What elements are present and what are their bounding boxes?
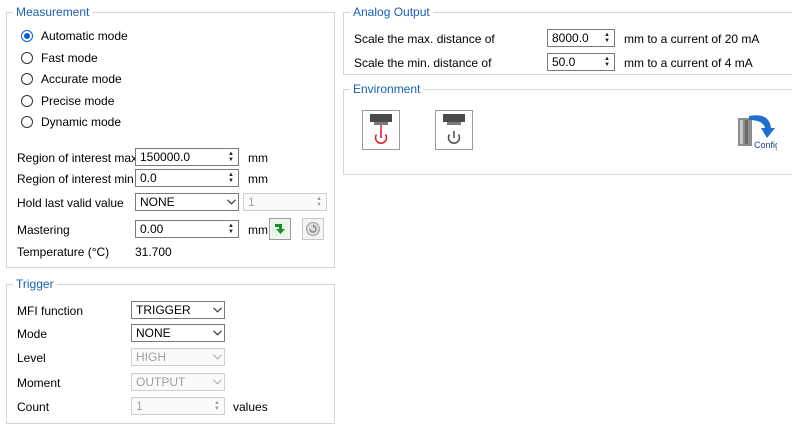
trigger-moment-value: OUTPUT	[136, 375, 186, 389]
spin-arrows-icon[interactable]: ▲ ▼	[210, 398, 224, 414]
radio-precise-mode[interactable]: Precise mode	[21, 92, 114, 110]
roi-min-unit: mm	[248, 172, 268, 186]
mfi-function-value: TRIGGER	[136, 303, 191, 317]
analog-output-group: Analog Output Scale the max. distance of…	[343, 5, 792, 75]
trigger-level-label: Level	[17, 351, 46, 365]
radio-accurate-mode[interactable]: Accurate mode	[21, 70, 122, 88]
hold-select-value: NONE	[140, 195, 175, 209]
temperature-label: Temperature (°C)	[17, 245, 110, 259]
radio-label: Precise mode	[41, 94, 115, 108]
config-label: Config	[754, 140, 777, 150]
environment-group: Environment Config	[343, 82, 792, 175]
measurement-title: Measurement	[13, 5, 93, 19]
analog-max-suffix: mm to a current of 20 mA	[624, 32, 760, 46]
analog-min-input[interactable]: 50.0 ▲ ▼	[547, 53, 615, 71]
config-button[interactable]: Config	[735, 110, 777, 152]
mastering-unit: mm	[248, 223, 268, 237]
trigger-count-unit: values	[233, 400, 268, 414]
trigger-group: Trigger MFI function TRIGGER Mode NONE L…	[6, 277, 335, 424]
spin-arrows-icon[interactable]: ▲ ▼	[600, 30, 614, 46]
roi-max-unit: mm	[248, 151, 268, 165]
roi-max-label: Region of interest max	[17, 151, 138, 165]
chevron-down-icon[interactable]	[210, 330, 224, 336]
radio-label: Automatic mode	[41, 29, 128, 43]
trigger-title: Trigger	[13, 277, 57, 291]
hold-label: Hold last valid value	[17, 196, 124, 210]
chevron-down-icon[interactable]	[210, 379, 224, 385]
radio-label: Accurate mode	[41, 72, 122, 86]
chevron-down-icon[interactable]	[210, 307, 224, 313]
trigger-count-value: 1	[136, 399, 143, 413]
mfi-function-select[interactable]: TRIGGER	[131, 301, 225, 319]
mastering-value[interactable]: 0.00	[136, 222, 224, 236]
radio-fast-mode[interactable]: Fast mode	[21, 49, 98, 67]
trigger-level-select[interactable]: HIGH	[131, 348, 225, 366]
roi-min-input[interactable]: 0.0 ▲ ▼	[135, 169, 239, 187]
roi-max-input[interactable]: 150000.0 ▲ ▼	[135, 148, 239, 166]
reset-icon	[306, 222, 320, 236]
mfi-function-label: MFI function	[17, 304, 84, 318]
apply-mastering-button[interactable]	[269, 218, 291, 240]
trigger-moment-select[interactable]: OUTPUT	[131, 373, 225, 391]
mastering-label: Mastering	[17, 223, 70, 237]
radio-dot[interactable]	[21, 73, 33, 85]
radio-automatic-mode[interactable]: Automatic mode	[21, 27, 128, 45]
radio-label: Fast mode	[41, 51, 98, 65]
laser-power-off-icon	[443, 114, 465, 144]
measurement-group: Measurement Automatic mode Fast mode Acc…	[6, 5, 335, 268]
config-icon: Config	[738, 115, 777, 150]
chevron-down-icon[interactable]	[224, 199, 238, 205]
chevron-down-icon[interactable]	[210, 354, 224, 360]
laser-off-button[interactable]	[435, 110, 473, 150]
laser-on-button[interactable]	[362, 110, 400, 150]
roi-min-label: Region of interest min	[17, 172, 134, 186]
radio-dot[interactable]	[21, 95, 33, 107]
radio-label: Dynamic mode	[41, 115, 122, 129]
analog-min-value[interactable]: 50.0	[548, 55, 600, 69]
hold-count-input[interactable]: 1 ▲ ▼	[243, 193, 327, 211]
analog-max-input[interactable]: 8000.0 ▲ ▼	[547, 29, 615, 47]
radio-dot[interactable]	[21, 116, 33, 128]
analog-max-value[interactable]: 8000.0	[548, 31, 600, 45]
trigger-mode-value: NONE	[136, 326, 171, 340]
radio-dynamic-mode[interactable]: Dynamic mode	[21, 113, 121, 131]
spin-arrows-icon[interactable]: ▲ ▼	[224, 149, 238, 165]
roi-min-value[interactable]: 0.0	[136, 171, 224, 185]
roi-max-value[interactable]: 150000.0	[136, 150, 224, 164]
analog-output-title: Analog Output	[350, 5, 433, 19]
trigger-count-label: Count	[17, 400, 50, 414]
trigger-mode-label: Mode	[17, 327, 48, 341]
temperature-value: 31.700	[135, 245, 172, 259]
spin-arrows-icon[interactable]: ▲ ▼	[600, 54, 614, 70]
green-arrow-icon	[272, 221, 288, 237]
radio-dot[interactable]	[21, 52, 33, 64]
laser-power-on-icon	[370, 114, 392, 144]
analog-min-label: Scale the min. distance of	[354, 56, 492, 70]
spin-arrows-icon[interactable]: ▲ ▼	[224, 221, 238, 237]
hold-select[interactable]: NONE	[135, 193, 239, 211]
analog-max-label: Scale the max. distance of	[354, 32, 495, 46]
spin-arrows-icon[interactable]: ▲ ▼	[312, 194, 326, 210]
radio-dot[interactable]	[21, 30, 33, 42]
environment-title: Environment	[350, 82, 424, 96]
trigger-count-input[interactable]: 1 ▲ ▼	[131, 397, 225, 415]
analog-min-suffix: mm to a current of 4 mA	[624, 56, 753, 70]
spin-arrows-icon[interactable]: ▲ ▼	[224, 170, 238, 186]
hold-count-value: 1	[248, 195, 255, 209]
mastering-input[interactable]: 0.00 ▲ ▼	[135, 220, 239, 238]
trigger-moment-label: Moment	[17, 376, 61, 390]
trigger-mode-select[interactable]: NONE	[131, 324, 225, 342]
trigger-level-value: HIGH	[136, 350, 166, 364]
reset-mastering-button[interactable]	[302, 218, 324, 240]
